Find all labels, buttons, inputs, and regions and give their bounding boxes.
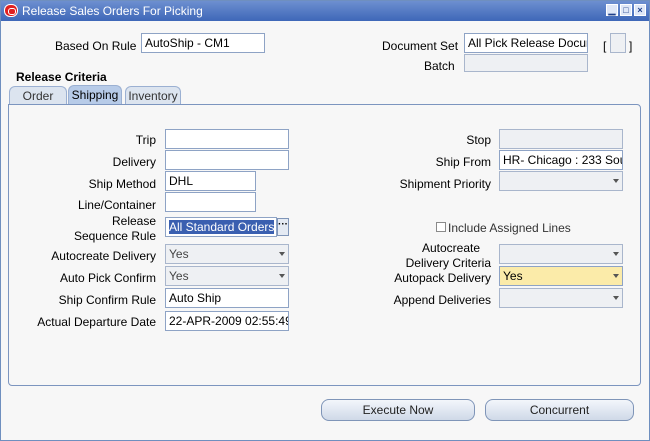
stop-field[interactable]	[499, 129, 623, 149]
release-sales-orders-window: Release Sales Orders For Picking ▁ □ × B…	[0, 0, 650, 441]
ship-method-label: Ship Method	[88, 177, 156, 191]
based-on-rule-field[interactable]: AutoShip - CM1	[141, 33, 265, 53]
chevron-down-icon	[613, 296, 619, 300]
document-set-descriptive-flex[interactable]	[610, 33, 626, 53]
batch-field[interactable]	[464, 54, 588, 72]
release-sequence-label-2: Sequence Rule	[73, 229, 156, 243]
release-sequence-rule-value: All Standard Orders	[169, 220, 275, 234]
release-sequence-rule-field[interactable]: All Standard Orders	[165, 217, 277, 237]
autocreate-delivery-select[interactable]: Yes	[165, 244, 289, 264]
chevron-down-icon	[279, 274, 285, 278]
delivery-field[interactable]	[165, 150, 289, 170]
chevron-down-icon	[613, 252, 619, 256]
auto-pick-confirm-label: Auto Pick Confirm	[59, 271, 156, 285]
ship-method-field[interactable]: DHL	[165, 171, 256, 191]
autopack-delivery-value: Yes	[503, 269, 523, 283]
section-title: Release Criteria	[16, 70, 107, 84]
release-sequence-label-1: Release	[112, 214, 157, 228]
delivery-label: Delivery	[112, 155, 156, 169]
include-assigned-lines-label: Include Assigned Lines	[448, 221, 571, 235]
ship-confirm-rule-label: Ship Confirm Rule	[58, 293, 156, 307]
window-title: Release Sales Orders For Picking	[22, 4, 203, 18]
tab-shipping[interactable]: Shipping	[68, 85, 122, 105]
tab-inventory[interactable]: Inventory	[125, 86, 181, 104]
chevron-down-icon	[613, 179, 619, 183]
autocreate-criteria-label-1: Autocreate	[421, 241, 481, 255]
append-deliveries-label: Append Deliveries	[393, 293, 491, 307]
shipment-priority-select[interactable]	[499, 171, 623, 191]
actual-departure-date-field[interactable]: 22-APR-2009 02:55:49	[165, 311, 289, 331]
autocreate-delivery-criteria-select[interactable]	[499, 244, 623, 264]
execute-now-button[interactable]: Execute Now	[321, 399, 475, 421]
chevron-down-icon	[613, 274, 619, 278]
line-container-field[interactable]	[165, 192, 256, 212]
ship-confirm-rule-field[interactable]: Auto Ship	[165, 288, 289, 308]
ship-from-label: Ship From	[435, 155, 491, 169]
title-bar: Release Sales Orders For Picking ▁ □ ×	[1, 1, 649, 21]
maximize-icon[interactable]: □	[620, 4, 632, 16]
document-set-field[interactable]: All Pick Release Docum	[464, 33, 588, 53]
document-set-label: Document Set	[382, 39, 459, 53]
release-sequence-lov-button[interactable]: ···	[277, 218, 289, 236]
include-assigned-lines-checkbox[interactable]	[436, 222, 446, 232]
bracket-close: ]	[629, 39, 633, 53]
trip-label: Trip	[135, 133, 156, 147]
actual-departure-date-label: Actual Departure Date	[37, 315, 156, 329]
trip-field[interactable]	[165, 129, 289, 149]
minimize-icon[interactable]: ▁	[606, 4, 618, 16]
auto-pick-confirm-value: Yes	[169, 269, 189, 283]
shipment-priority-label: Shipment Priority	[399, 177, 491, 191]
ship-from-field[interactable]: HR- Chicago : 233 South	[499, 150, 623, 170]
close-icon[interactable]: ×	[634, 4, 646, 16]
autopack-delivery-label: Autopack Delivery	[394, 271, 491, 285]
tab-order[interactable]: Order	[9, 86, 67, 104]
batch-label: Batch	[424, 59, 455, 73]
autocreate-criteria-label-2: Delivery Criteria	[405, 256, 491, 270]
chevron-down-icon	[279, 252, 285, 256]
autocreate-delivery-label: Autocreate Delivery	[51, 249, 156, 263]
autopack-delivery-select[interactable]: Yes	[499, 266, 623, 286]
based-on-rule-label: Based On Rule	[55, 39, 137, 53]
append-deliveries-select[interactable]	[499, 288, 623, 308]
oracle-icon	[4, 4, 18, 17]
concurrent-button[interactable]: Concurrent	[485, 399, 634, 421]
line-container-label: Line/Container	[77, 198, 156, 212]
autocreate-delivery-value: Yes	[169, 247, 189, 261]
auto-pick-confirm-select[interactable]: Yes	[165, 266, 289, 286]
bracket-open: [	[603, 39, 607, 53]
stop-label: Stop	[466, 133, 491, 147]
